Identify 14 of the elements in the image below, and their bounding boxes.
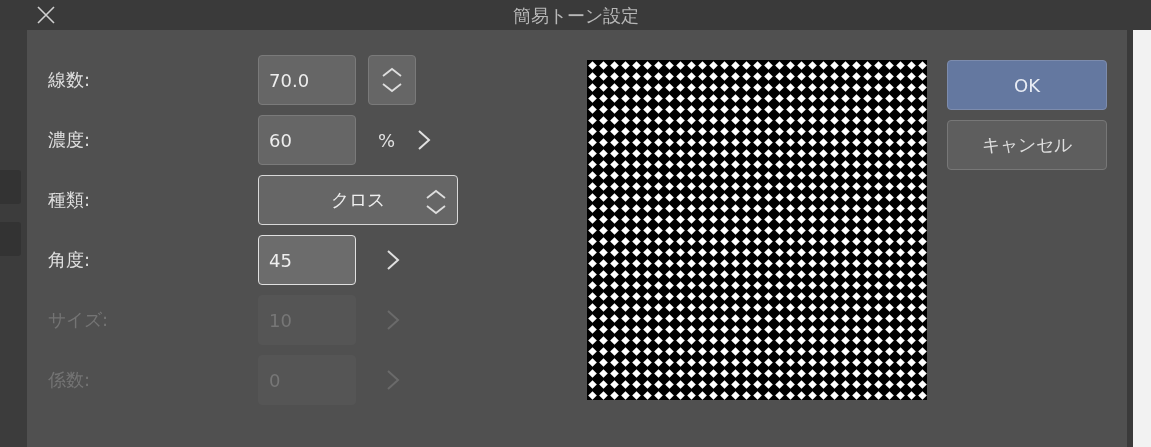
number-field[interactable]: 70.0 [258,55,356,105]
dialog-button[interactable]: OK [947,60,1107,110]
number-field[interactable]: 45 [258,235,356,285]
close-icon[interactable] [36,5,56,25]
setting-label: 濃度: [48,128,92,152]
window-title: 簡易トーン設定 [512,5,639,26]
setting-label: 角度: [48,248,92,272]
unit-label: % [378,129,396,151]
dialog-button[interactable]: キャンセル [947,120,1107,170]
setting-label: 種類: [48,188,92,212]
number-field[interactable]: 60 [258,115,356,165]
stepper-button[interactable] [368,55,416,105]
setting-label: 線数: [48,68,92,92]
type-dropdown[interactable]: クロス [258,175,458,225]
